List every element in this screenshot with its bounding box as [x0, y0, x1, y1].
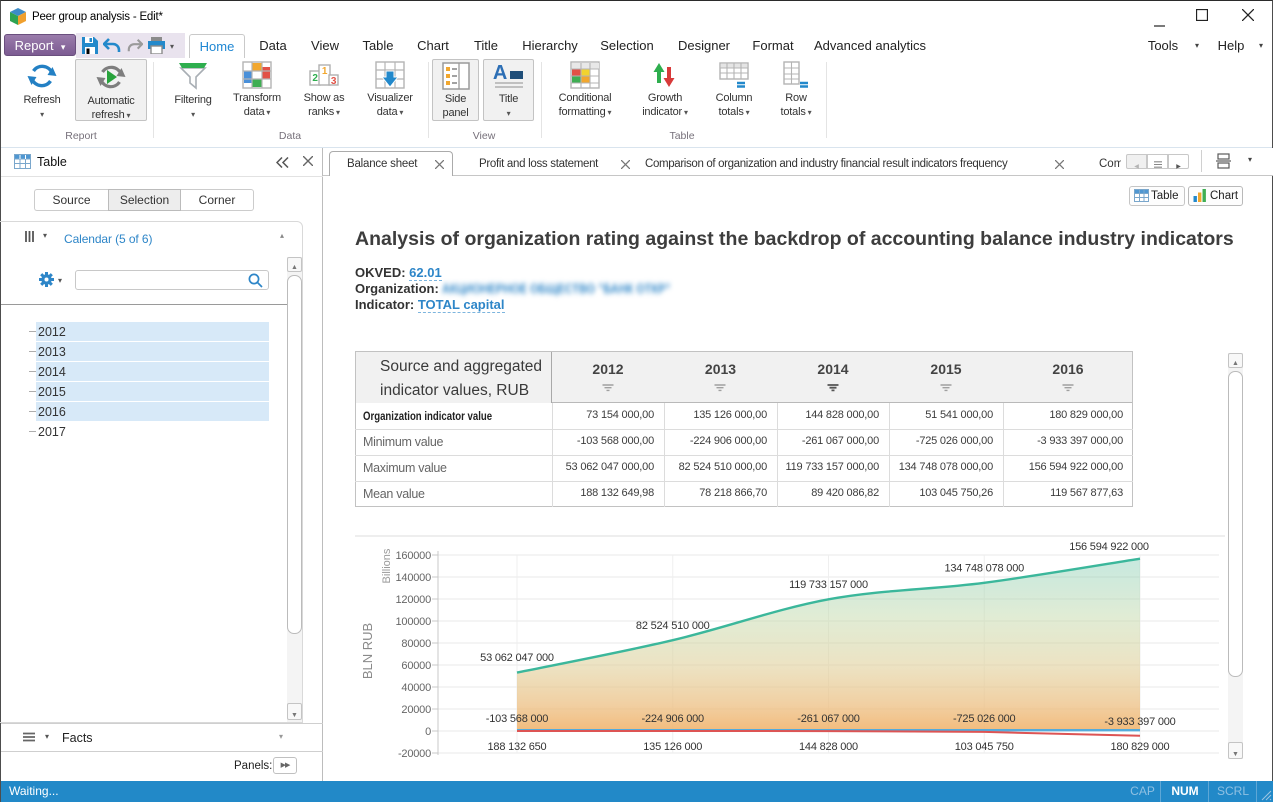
svg-text:119 733 157 000: 119 733 157 000 — [789, 579, 868, 591]
svg-text:82 524 510 000: 82 524 510 000 — [636, 620, 710, 632]
svg-text:135 126 000: 135 126 000 — [643, 741, 702, 753]
svg-text:160000: 160000 — [395, 550, 431, 562]
svg-text:40000: 40000 — [401, 682, 431, 694]
svg-text:188 132 650: 188 132 650 — [488, 741, 547, 753]
svg-text:120000: 120000 — [395, 594, 431, 606]
svg-text:-224 906 000: -224 906 000 — [642, 713, 705, 725]
svg-text:0: 0 — [425, 726, 431, 738]
svg-text:180 829 000: 180 829 000 — [1111, 741, 1170, 753]
svg-text:-103 568 000: -103 568 000 — [486, 713, 549, 725]
svg-text:156 594 922 000: 156 594 922 000 — [1069, 541, 1149, 553]
svg-text:-725 026 000: -725 026 000 — [953, 713, 1016, 725]
svg-text:134 748 078 000: 134 748 078 000 — [944, 562, 1024, 574]
svg-text:1: 1 — [322, 66, 328, 77]
svg-text:A: A — [492, 62, 506, 84]
svg-text:20000: 20000 — [401, 704, 431, 716]
svg-text:80000: 80000 — [401, 638, 431, 650]
svg-text:BLN RUB: BLN RUB — [360, 623, 375, 679]
svg-text:3: 3 — [331, 76, 337, 87]
svg-text:-261 067 000: -261 067 000 — [797, 713, 860, 725]
svg-text:144 828 000: 144 828 000 — [799, 741, 858, 753]
svg-text:-20000: -20000 — [398, 748, 431, 760]
svg-text:53 062 047 000: 53 062 047 000 — [480, 652, 554, 664]
svg-text:-3 933 397 000: -3 933 397 000 — [1104, 716, 1175, 728]
svg-text:60000: 60000 — [401, 660, 431, 672]
svg-text:Billions: Billions — [381, 548, 393, 583]
svg-text:100000: 100000 — [395, 616, 431, 628]
svg-text:2: 2 — [312, 73, 318, 84]
svg-text:140000: 140000 — [395, 572, 431, 584]
svg-text:103 045 750: 103 045 750 — [955, 741, 1014, 753]
